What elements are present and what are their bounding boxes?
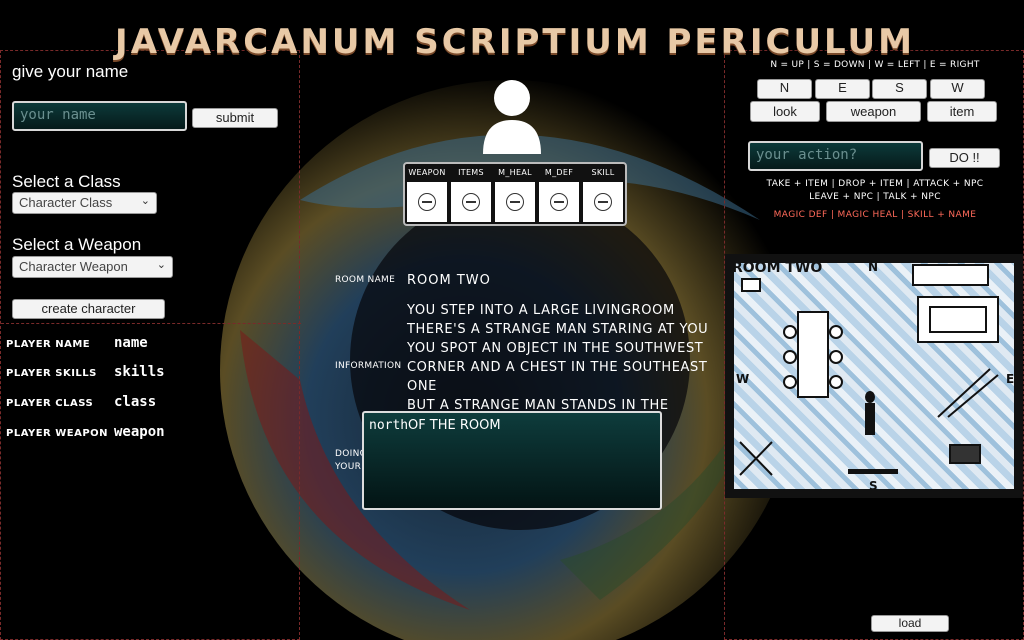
create-character-button[interactable]: create character	[12, 299, 165, 319]
magic-help: MAGIC DEF | MAGIC HEAL | SKILL + NAME	[773, 210, 977, 220]
slot-skill[interactable]: SKILL	[581, 164, 625, 224]
stat-row-weapon: PLAYER WEAPON weapon	[6, 421, 165, 440]
room-name-value: ROOM TWO	[407, 273, 491, 288]
north-button[interactable]: N	[757, 79, 812, 99]
stat-row-skills: PLAYER SKILLS skills	[6, 361, 165, 380]
submit-button[interactable]: submit	[192, 108, 278, 128]
slot-label: ITEMS	[458, 168, 484, 177]
slot-label: SKILL	[591, 168, 615, 177]
info-line: YOU STEP INTO A LARGE LIVINGROOM	[407, 303, 675, 318]
overlap-text: OF THE ROOM	[407, 418, 501, 433]
player-stats: PLAYER NAME name PLAYER SKILLS skills PLAY…	[1, 323, 301, 623]
stat-key: PLAYER SKILLS	[6, 368, 97, 379]
info-line: THERE'S A STRANGE MAN STARING AT YOU	[407, 322, 709, 337]
action-input[interactable]: your action?	[748, 141, 923, 171]
item-button[interactable]: item	[927, 101, 997, 122]
stat-key: PLAYER CLASS	[6, 398, 94, 409]
slot-items[interactable]: ITEMS	[449, 164, 493, 224]
load-button[interactable]: load	[871, 615, 949, 632]
look-button[interactable]: look	[750, 101, 820, 122]
slot-box	[407, 182, 447, 222]
slot-weapon[interactable]: WEAPON	[405, 164, 449, 224]
east-button[interactable]: E	[815, 79, 870, 99]
map-furniture	[739, 264, 999, 476]
do-button[interactable]: DO !!	[929, 148, 1000, 168]
slot-label: M_DEF	[544, 168, 574, 177]
class-heading: Select a Class	[12, 172, 121, 191]
south-button[interactable]: S	[872, 79, 927, 99]
slot-box	[495, 182, 535, 222]
info-line: CORNER AND A CHEST IN THE SOUTHEAST	[407, 360, 708, 375]
slot-box	[583, 182, 623, 222]
slot-box	[451, 182, 491, 222]
weapon-select[interactable]: Character Weapon ⌄	[12, 256, 173, 278]
weapon-button[interactable]: weapon	[826, 101, 921, 122]
info-line: YOU SPOT AN OBJECT IN THE SOUTHWEST	[407, 341, 704, 356]
avatar-icon	[483, 80, 541, 154]
west-button[interactable]: W	[930, 79, 985, 99]
information-label: INFORMATION	[335, 361, 402, 371]
slot-m-def[interactable]: M_DEF	[537, 164, 581, 224]
stat-value: weapon	[114, 424, 165, 440]
slot-m-heal[interactable]: M_HEAL	[493, 164, 537, 224]
stat-row-name: PLAYER NAME name	[6, 332, 148, 351]
doing-text: north	[369, 418, 409, 433]
command-help-line: LEAVE + NPC | TALK + NPC	[809, 192, 941, 202]
command-help: TAKE + ITEM | DROP + ITEM | ATTACK + NPC…	[725, 178, 1024, 204]
weapon-select-value: Character Weapon	[19, 259, 128, 274]
stat-row-class: PLAYER CLASS class	[6, 391, 156, 410]
minus-circle-icon	[506, 193, 524, 211]
minus-circle-icon	[462, 193, 480, 211]
stat-value: name	[114, 335, 148, 351]
inventory-slots: WEAPON ITEMS M_HEAL M_DEF SKILL	[403, 162, 627, 226]
chevron-down-icon: ⌄	[140, 195, 150, 207]
stat-value: class	[114, 394, 157, 410]
slot-box	[539, 182, 579, 222]
doing-textarea[interactable]: north OF THE ROOM	[362, 411, 662, 510]
stat-value: skills	[114, 364, 165, 380]
character-creation: give your name your name submit Select a…	[1, 51, 301, 323]
character-panel: give your name your name submit Select a…	[0, 50, 301, 640]
class-select-value: Character Class	[19, 195, 113, 210]
weapon-heading: Select a Weapon	[12, 235, 142, 254]
game-view: WEAPON ITEMS M_HEAL M_DEF SKILL ROOM NAM…	[300, 50, 724, 640]
name-input[interactable]: your name	[12, 101, 187, 131]
stat-key: PLAYER WEAPON	[6, 428, 109, 439]
action-panel: N = UP | S = DOWN | W = LEFT | E = RIGHT…	[724, 50, 1024, 640]
minus-circle-icon	[418, 193, 436, 211]
slot-label: M_HEAL	[498, 168, 532, 177]
stat-key: PLAYER NAME	[6, 339, 91, 350]
info-line: ONE	[407, 379, 437, 394]
app-title: JAVARCANUM SCRIPTIUM PERICULUM	[115, 22, 915, 62]
minus-circle-icon	[594, 193, 612, 211]
room-map: ROOM TWO N S W E	[725, 254, 1023, 498]
class-select[interactable]: Character Class ⌄	[12, 192, 157, 214]
command-help-line: TAKE + ITEM | DROP + ITEM | ATTACK + NPC	[766, 179, 984, 189]
minus-circle-icon	[550, 193, 568, 211]
room-name-label: ROOM NAME	[335, 275, 396, 285]
chevron-down-icon: ⌄	[156, 259, 166, 271]
slot-label: WEAPON	[408, 168, 446, 177]
